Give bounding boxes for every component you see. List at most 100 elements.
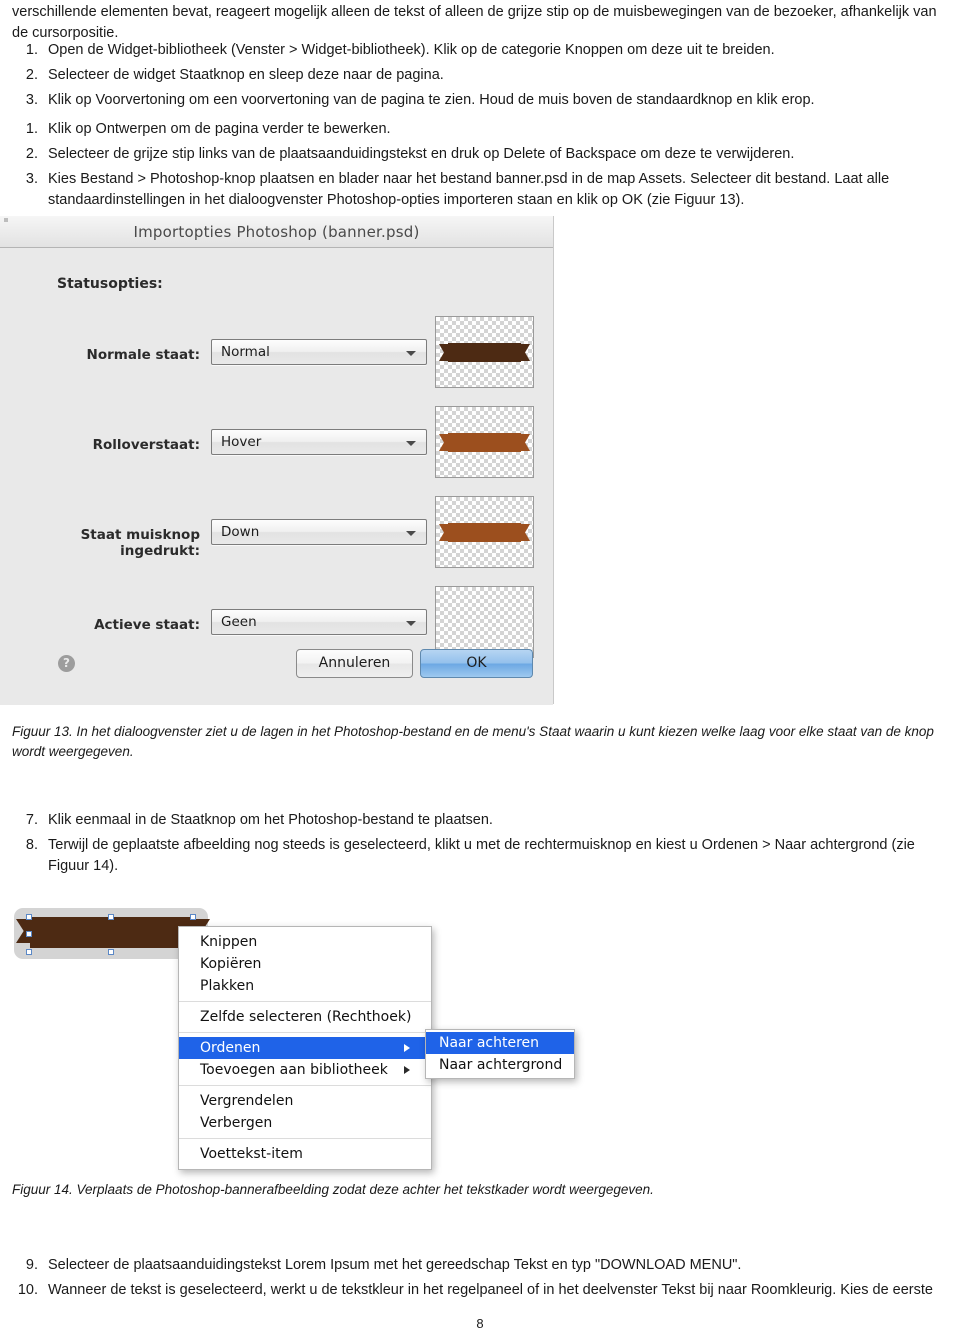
list-item: 7. Klik eenmaal in de Staatknop om het Ph… <box>14 810 944 831</box>
context-menu-item[interactable]: Vergrendelen <box>179 1090 431 1112</box>
list-item-number: 2. <box>25 146 38 162</box>
dialog-footer: ? Annuleren OK <box>0 636 553 705</box>
ribbon-graphic-icon <box>439 343 530 362</box>
list-item: 3. Kies Bestand > Photoshop-knop plaatsen… <box>14 169 944 211</box>
context-menu-item[interactable]: Plakken <box>179 975 431 1002</box>
list-item-number: 2. <box>25 67 38 83</box>
state-select[interactable]: Hover <box>211 429 427 455</box>
selection-handle[interactable] <box>108 914 114 920</box>
status-options-label: Statusopties: <box>57 276 163 292</box>
figure-14-caption: Figuur 14. Verplaats de Photoshop-banner… <box>12 1182 654 1197</box>
cancel-button[interactable]: Annuleren <box>296 649 413 678</box>
state-row-label: Actieve staat: <box>94 617 200 633</box>
list-item-number: 3. <box>25 171 38 187</box>
figure-13-caption: Figuur 13. In het dialoogvenster ziet u … <box>12 724 934 759</box>
context-menu-item-label: Zelfde selecteren (Rechthoek) <box>200 1009 412 1025</box>
list-item-text: Kies Bestand > Photoshop-knop plaatsen e… <box>48 171 890 208</box>
layer-preview-thumbnail <box>435 316 534 388</box>
list-item-text: Klik op Voorvertoning om een voorvertoni… <box>48 92 815 108</box>
context-submenu-item[interactable]: Naar achtergrond <box>426 1054 574 1076</box>
context-menu-item-label: Kopiëren <box>200 956 262 972</box>
context-menu-item-label: Verbergen <box>200 1115 273 1131</box>
list-item-number: 9. <box>25 1257 38 1273</box>
dialog-title: Importopties Photoshop (banner.psd) <box>133 223 420 241</box>
list-item-text: Open de Widget-bibliotheek (Venster > Wi… <box>48 42 775 58</box>
list-item-number: 8. <box>25 837 38 853</box>
ribbon-bar-icon <box>448 523 521 542</box>
list-item-number: 1. <box>25 121 38 137</box>
chevron-right-icon <box>404 1044 410 1052</box>
ribbon-tail-right-icon <box>519 344 530 361</box>
context-menu-figure: Knippen Kopiëren Plakken Zelfde selecteren … <box>0 896 620 1170</box>
steps-list-b: 1. Klik op Ontwerpen om de pagina verder … <box>14 119 944 215</box>
list-item: 9. Selecteer de plaatsaanduidingstekst Lo… <box>14 1255 944 1276</box>
dialog-state-row: Staat muisknop ingedrukt: Down <box>0 496 553 584</box>
dialog-titlebar: Importopties Photoshop (banner.psd) <box>0 216 553 248</box>
list-item-text: Terwijl de geplaatste afbeelding nog ste… <box>48 837 915 874</box>
context-menu-item-label: Ordenen <box>200 1040 261 1056</box>
ribbon-graphic-icon <box>439 433 530 452</box>
chevron-right-icon <box>404 1066 410 1074</box>
ribbon-bar-icon <box>448 433 521 452</box>
context-menu-item-label: Vergrendelen <box>200 1093 294 1109</box>
context-menu[interactable]: Knippen Kopiëren Plakken Zelfde selecteren … <box>178 926 432 1170</box>
dialog-state-row: Rolloverstaat: Hover <box>0 406 553 494</box>
list-item-text: Selecteer de widget Staatknop en sleep d… <box>48 67 444 83</box>
selection-handle[interactable] <box>108 949 114 955</box>
chevron-down-icon <box>406 531 416 536</box>
steps-list-d: 9. Selecteer de plaatsaanduidingstekst Lo… <box>14 1255 944 1305</box>
context-menu-item-label: Plakken <box>200 978 255 994</box>
chevron-down-icon <box>406 621 416 626</box>
list-item: 1. Open de Widget-bibliotheek (Venster > … <box>14 40 944 61</box>
context-menu-item[interactable]: Ordenen <box>179 1037 431 1059</box>
list-item: 1. Klik op Ontwerpen om de pagina verder … <box>14 119 944 140</box>
context-menu-item[interactable]: Kopiëren <box>179 953 431 975</box>
dialog-body: Statusopties: Normale staat: Normal Rollov… <box>0 248 553 705</box>
dialog-state-row: Normale staat: Normal <box>0 316 553 404</box>
list-item: 2. Selecteer de grijze stip links van de … <box>14 144 944 165</box>
ribbon-graphic-icon <box>439 523 530 542</box>
list-item-text: Wanneer de tekst is geselecteerd, werkt … <box>48 1282 933 1298</box>
context-submenu-ordenen[interactable]: Naar achteren Naar achtergrond <box>425 1029 575 1079</box>
state-select[interactable]: Down <box>211 519 427 545</box>
state-select-value: Normal <box>221 344 270 360</box>
state-row-label: Normale staat: <box>86 347 200 363</box>
selection-handle[interactable] <box>26 949 32 955</box>
selection-handle[interactable] <box>26 931 32 937</box>
chevron-down-icon <box>406 441 416 446</box>
selection-handle[interactable] <box>26 914 32 920</box>
context-menu-item[interactable]: Zelfde selecteren (Rechthoek) <box>179 1006 431 1033</box>
ribbon-tail-right-icon <box>519 434 530 451</box>
banner-artwork-icon <box>30 917 196 948</box>
layer-preview-thumbnail <box>435 496 534 568</box>
help-icon[interactable]: ? <box>58 655 75 672</box>
context-menu-item[interactable]: Knippen <box>179 931 431 953</box>
window-corner-marker-icon <box>4 218 8 222</box>
chevron-down-icon <box>406 351 416 356</box>
state-row-label: Rolloverstaat: <box>92 437 200 453</box>
list-item-text: Selecteer de grijze stip links van de pl… <box>48 146 795 162</box>
state-select-value: Geen <box>221 614 257 630</box>
context-menu-item[interactable]: Voettekst-item <box>179 1143 431 1165</box>
state-row-label: Staat muisknop ingedrukt: <box>80 527 200 559</box>
list-item-number: 10. <box>17 1282 38 1298</box>
context-submenu-item[interactable]: Naar achteren <box>426 1032 574 1054</box>
context-menu-item[interactable]: Verbergen <box>179 1112 431 1139</box>
state-select-value: Hover <box>221 434 262 450</box>
ok-button[interactable]: OK <box>420 649 533 678</box>
layer-preview-thumbnail <box>435 406 534 478</box>
state-select-value: Down <box>221 524 260 540</box>
steps-list-a: 1. Open de Widget-bibliotheek (Venster > … <box>14 40 944 115</box>
selection-handle[interactable] <box>190 914 196 920</box>
list-item-text: Klik eenmaal in de Staatknop om het Phot… <box>48 812 493 828</box>
context-menu-item[interactable]: Toevoegen aan bibliotheek <box>179 1059 431 1086</box>
intro-paragraph: verschillende elementen bevat, reageert … <box>12 4 937 41</box>
list-item: 2. Selecteer de widget Staatknop en sleep… <box>14 65 944 86</box>
context-menu-item-label: Knippen <box>200 934 258 950</box>
steps-list-c: 7. Klik eenmaal in de Staatknop om het Ph… <box>14 810 944 881</box>
list-item-number: 3. <box>25 92 38 108</box>
state-select[interactable]: Geen <box>211 609 427 635</box>
list-item: 8. Terwijl de geplaatste afbeelding nog s… <box>14 835 944 877</box>
state-select[interactable]: Normal <box>211 339 427 365</box>
context-menu-item-label: Toevoegen aan bibliotheek <box>200 1062 388 1078</box>
